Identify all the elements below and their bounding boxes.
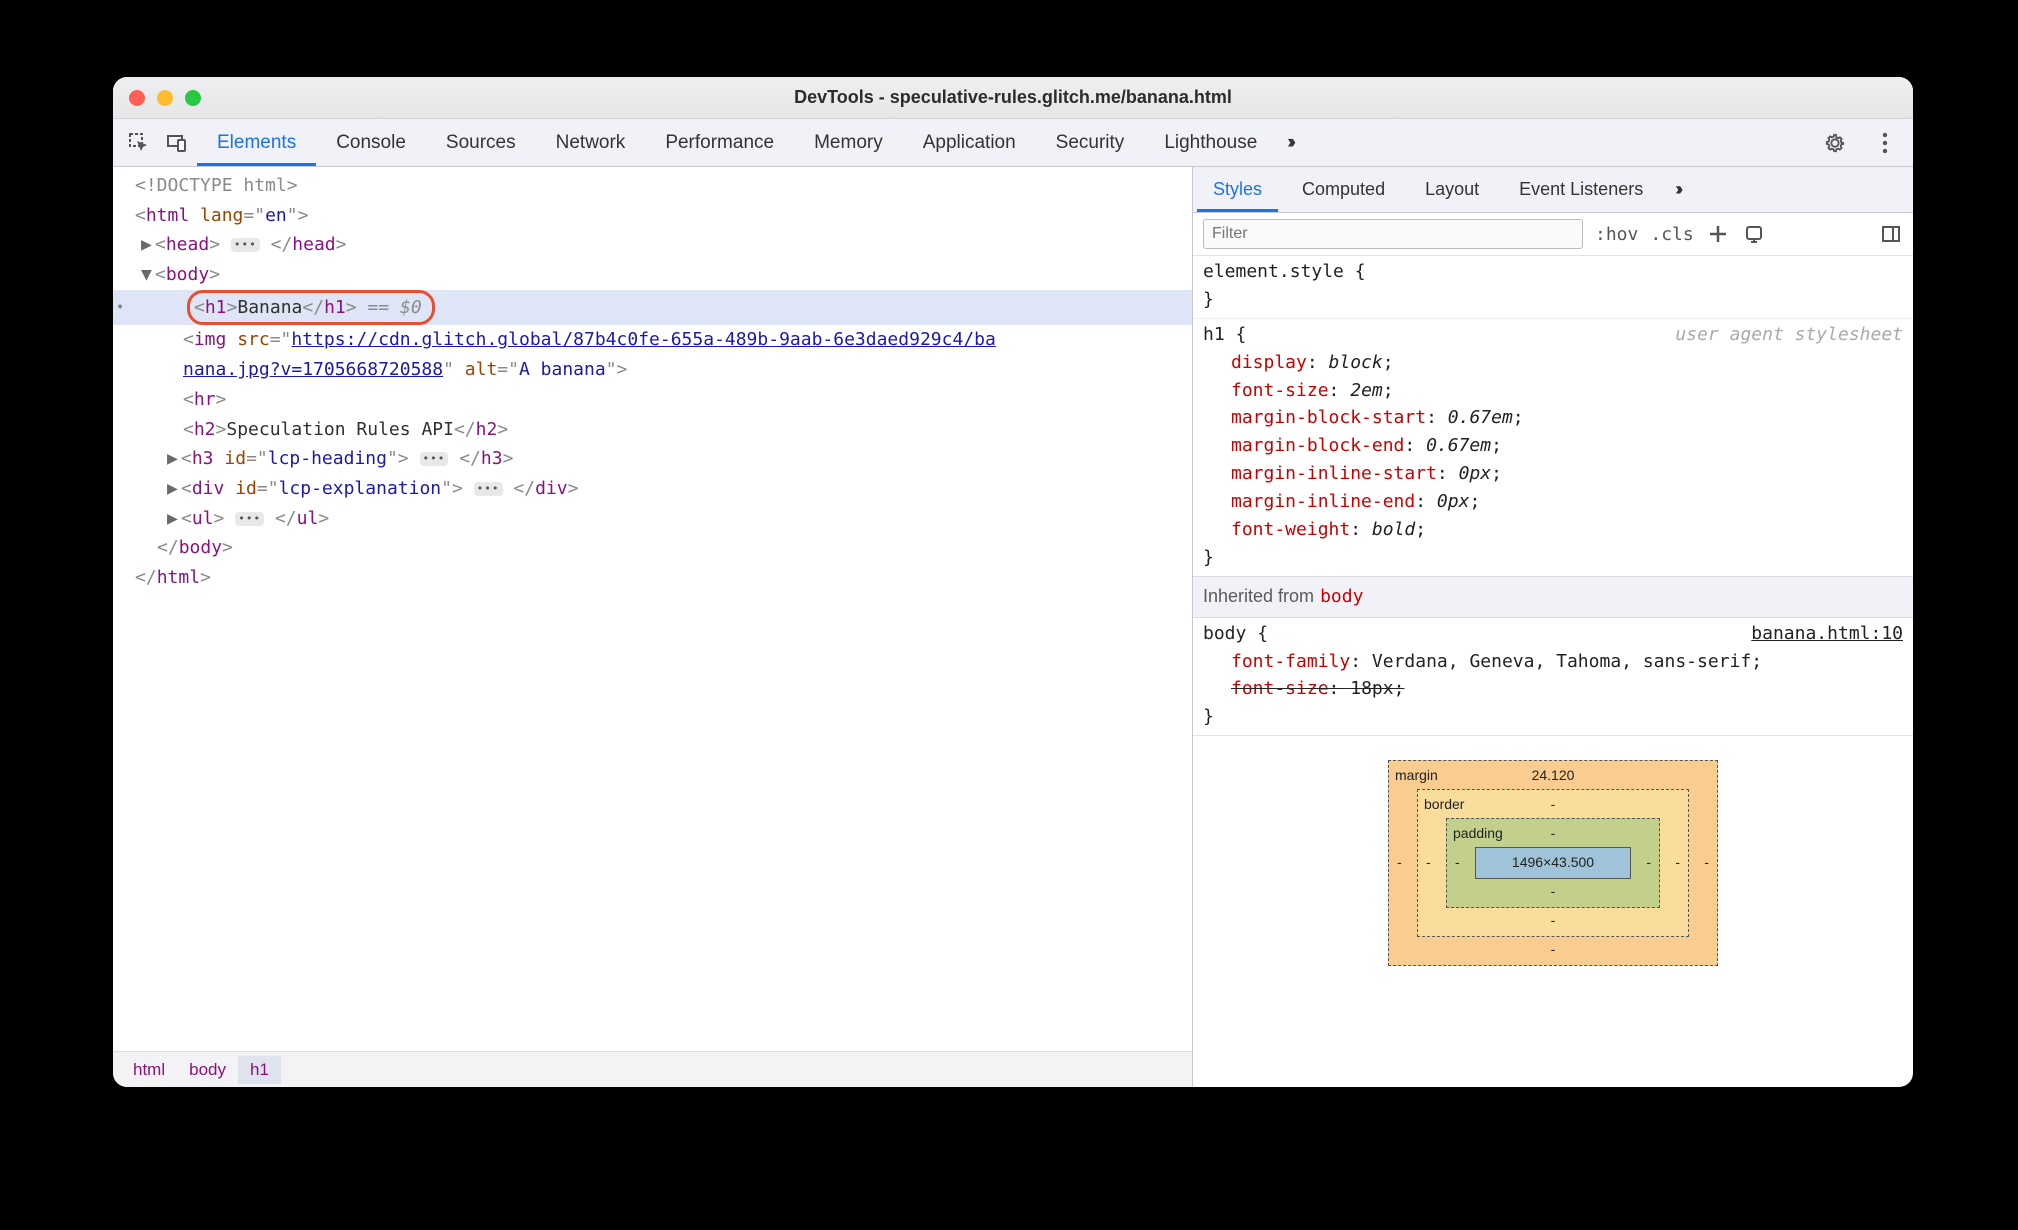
dom-head[interactable]: ▶<head> </head> [113,230,1192,260]
style-declaration[interactable]: margin-inline-start: 0px; [1203,460,1903,488]
device-toolbar-icon[interactable] [165,131,189,155]
main-toolbar: Elements Console Sources Network Perform… [113,119,1913,167]
ellipsis-icon[interactable] [420,452,449,466]
tab-performance[interactable]: Performance [645,119,794,166]
tab-lighthouse[interactable]: Lighthouse [1144,119,1277,166]
more-tabs-icon[interactable]: ›› [1277,119,1302,166]
dom-hr[interactable]: <hr> [113,385,1192,415]
panels-split: <!DOCTYPE html> <html lang="en"> ▶<head>… [113,167,1913,1087]
cls-toggle[interactable]: .cls [1650,224,1693,245]
style-declaration[interactable]: font-size: 2em; [1203,377,1903,405]
ua-stylesheet-note: user agent stylesheet [1675,321,1903,349]
ellipsis-icon[interactable] [235,512,264,526]
tab-security[interactable]: Security [1036,119,1145,166]
tab-memory[interactable]: Memory [794,119,903,166]
dom-doctype[interactable]: <!DOCTYPE html> [113,171,1192,201]
toggle-rendering-icon[interactable] [1742,222,1766,246]
box-model: margin 24.120 - - - border - - - - pad [1193,735,1913,966]
rule-source-link[interactable]: banana.html:10 [1751,620,1903,648]
rule-body[interactable]: banana.html:10 body { font-family: Verda… [1193,618,1913,736]
style-declaration[interactable]: margin-block-end: 0.67em; [1203,432,1903,460]
dom-h2[interactable]: <h2>Speculation Rules API</h2> [113,415,1192,445]
dom-body-open[interactable]: ▼<body> [113,260,1192,290]
sidetab-computed[interactable]: Computed [1286,167,1401,212]
tab-elements[interactable]: Elements [197,119,316,166]
tab-application[interactable]: Application [903,119,1036,166]
sidetab-styles[interactable]: Styles [1197,167,1278,212]
sidebar-tabs: Styles Computed Layout Event Listeners ›… [1193,167,1913,213]
inspect-element-icon[interactable] [127,131,151,155]
style-declaration[interactable]: font-size: 18px; [1203,675,1903,703]
dom-tree[interactable]: <!DOCTYPE html> <html lang="en"> ▶<head>… [113,167,1192,1051]
crumb-html[interactable]: html [121,1056,177,1084]
sidetab-events[interactable]: Event Listeners [1503,167,1659,212]
window-title: DevTools - speculative-rules.glitch.me/b… [113,87,1913,108]
settings-gear-icon[interactable] [1823,131,1847,155]
dom-ul[interactable]: ▶<ul> </ul> [113,504,1192,534]
dom-html-open[interactable]: <html lang="en"> [113,201,1192,231]
close-window-button[interactable] [129,90,145,106]
styles-filter-input[interactable] [1203,219,1583,249]
sidetab-layout[interactable]: Layout [1409,167,1495,212]
crumb-h1[interactable]: h1 [238,1056,281,1084]
inherited-separator: Inherited frombody [1193,576,1913,618]
dom-h3[interactable]: ▶<h3 id="lcp-heading"> </h3> [113,444,1192,474]
rule-h1[interactable]: user agent stylesheet h1 { display: bloc… [1193,318,1913,576]
elements-panel: <!DOCTYPE html> <html lang="en"> ▶<head>… [113,167,1193,1087]
devtools-window: DevTools - speculative-rules.glitch.me/b… [113,77,1913,1087]
breadcrumb: html body h1 [113,1051,1192,1087]
ellipsis-icon[interactable] [231,238,260,252]
dom-body-close[interactable]: </body> [113,533,1192,563]
kebab-menu-icon[interactable] [1873,131,1897,155]
styles-rules: element.style { } user agent stylesheet … [1193,256,1913,1087]
dom-img-line2[interactable]: nana.jpg?v=1705668720588" alt="A banana"… [113,355,1192,385]
rule-element-style[interactable]: element.style { } [1193,256,1913,318]
box-model-content: 1496×43.500 [1475,847,1631,879]
styles-toolbar: :hov .cls [1193,213,1913,256]
titlebar: DevTools - speculative-rules.glitch.me/b… [113,77,1913,119]
main-tabs: Elements Console Sources Network Perform… [197,119,1302,166]
style-declaration[interactable]: margin-block-start: 0.67em; [1203,404,1903,432]
style-declaration[interactable]: display: block; [1203,349,1903,377]
toggle-computed-sidebar-icon[interactable] [1879,222,1903,246]
style-declaration[interactable]: font-weight: bold; [1203,516,1903,544]
ellipsis-icon[interactable] [474,482,503,496]
row-actions-icon[interactable]: ••• [113,296,126,319]
styles-panel: Styles Computed Layout Event Listeners ›… [1193,167,1913,1087]
sidebar-more-tabs-icon[interactable]: ›› [1667,167,1687,212]
tab-console[interactable]: Console [316,119,426,166]
style-declaration[interactable]: font-family: Verdana, Geneva, Tahoma, sa… [1203,648,1903,676]
new-style-rule-icon[interactable] [1706,222,1730,246]
dom-div[interactable]: ▶<div id="lcp-explanation"> </div> [113,474,1192,504]
dom-selected-h1[interactable]: ••• <h1>Banana</h1> == $0 [113,290,1192,326]
tab-network[interactable]: Network [536,119,646,166]
zoom-window-button[interactable] [185,90,201,106]
style-declaration[interactable]: margin-inline-end: 0px; [1203,488,1903,516]
window-controls [113,90,201,106]
dom-html-close[interactable]: </html> [113,563,1192,593]
dom-img[interactable]: <img src="https://cdn.glitch.global/87b4… [113,325,1192,355]
minimize-window-button[interactable] [157,90,173,106]
tab-sources[interactable]: Sources [426,119,536,166]
crumb-body[interactable]: body [177,1056,238,1084]
hov-toggle[interactable]: :hov [1595,224,1638,245]
